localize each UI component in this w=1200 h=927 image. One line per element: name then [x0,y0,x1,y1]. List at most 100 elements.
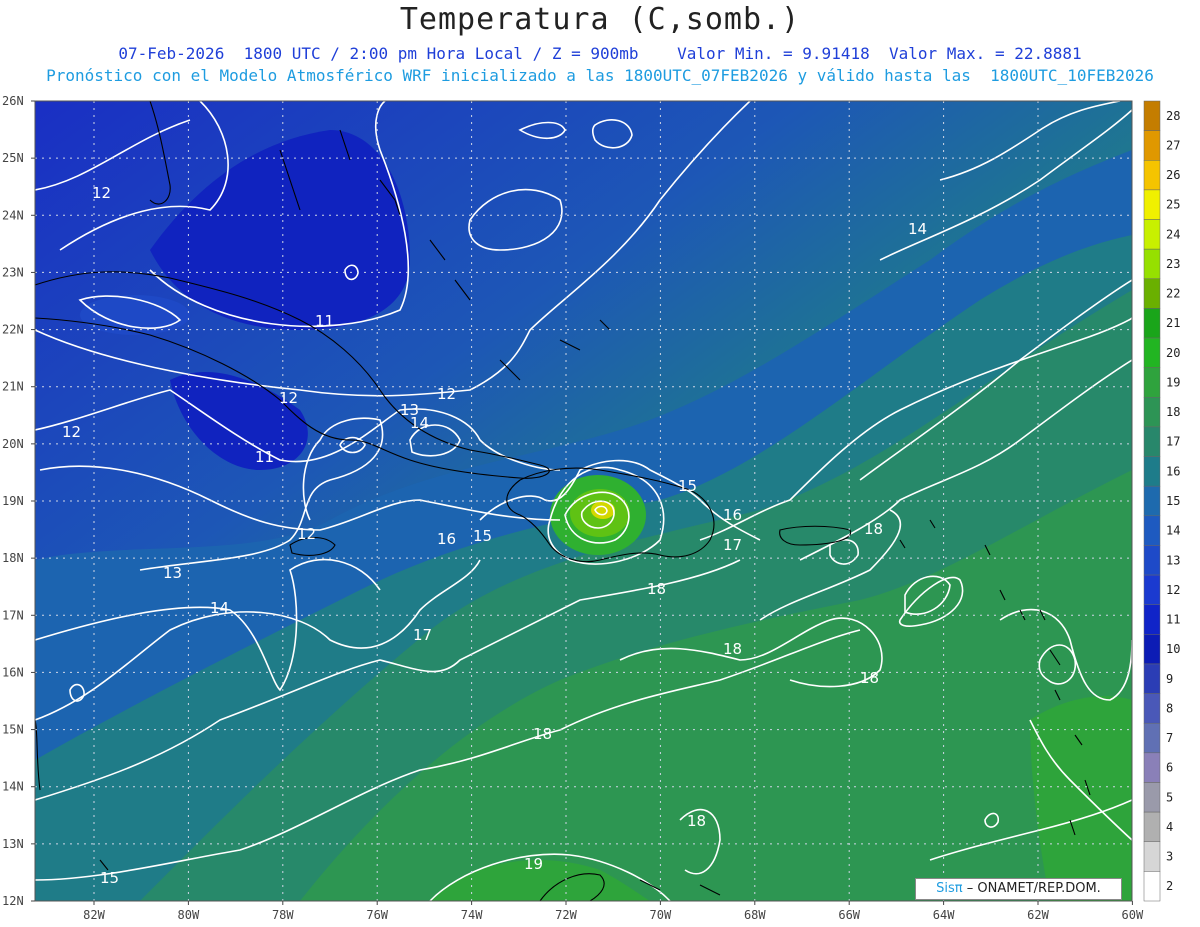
contour-label: 19 [524,855,543,873]
contour-label: 18 [647,580,666,598]
colorbar-label: 20 [1166,346,1180,360]
colorbar-label: 27 [1166,138,1180,152]
colorbar-swatch [1143,515,1161,546]
colorbar-label: 28 [1166,109,1180,123]
lon-tick-label: 74W [461,908,483,922]
colorbar-swatch [1143,100,1161,131]
lon-tick-label: 82W [83,908,105,922]
contour-label: 17 [413,626,432,644]
colorbar-label: 4 [1166,820,1173,834]
contour-label: 18 [723,640,742,658]
contour-label: 12 [92,184,111,202]
lon-tick-label: 62W [1027,908,1049,922]
colorbar-label: 6 [1166,761,1173,775]
colorbar-swatch [1143,278,1161,309]
lon-tick-label: 60W [1122,908,1144,922]
contour-label: 16 [437,530,456,548]
contour-label: 18 [864,520,883,538]
contour-label: 13 [163,564,182,582]
longitude-axis: 82W 80W 78W 76W 74W 72W 70W 68W 66W 64W 62W 60W [83,901,1144,922]
temp-zone-19-east [1030,696,1132,901]
lat-tick-label: 26N [2,94,24,108]
colorbar-label: 22 [1166,287,1180,301]
colorbar-label: 14 [1166,524,1180,538]
lat-tick-label: 23N [2,265,24,279]
colorbar-label: 3 [1166,850,1173,864]
colorbar-swatch [1143,189,1161,220]
colorbar-label: 13 [1166,553,1180,567]
colorbar-label: 23 [1166,257,1180,271]
colorbar-label: 18 [1166,405,1180,419]
colorbar-swatch [1143,485,1161,517]
lat-tick-label: 14N [2,780,24,794]
latitude-axis: 26N 25N 24N 23N 22N 21N 20N 19N 18N 17N 16N 15N 14N 1… [2,94,35,908]
colorbar-swatch [1143,693,1161,724]
lon-tick-label: 78W [272,908,294,922]
colorbar-swatch [1143,663,1161,694]
lon-tick-label: 76W [366,908,388,922]
colorbar-label: 2 [1166,879,1173,893]
contour-label: 14 [908,220,927,238]
colorbar-swatch [1143,160,1161,191]
contour-label: 12 [437,385,456,403]
colorbar-label: 16 [1166,464,1180,478]
colorbar-label: 25 [1166,198,1180,212]
contour-label: 15 [473,527,492,545]
lat-tick-label: 12N [2,894,24,908]
colorbar-label: 8 [1166,701,1173,715]
colorbar-swatch [1143,219,1161,250]
colorbar-swatch [1143,841,1161,872]
temperature-map: 12 11 12 12 11 13 14 12 13 14 16 15 15 1… [2,94,1180,922]
colorbar-swatch [1143,545,1161,576]
colorbar-swatch [1143,337,1161,368]
credit-brand: Sisπ [936,881,963,896]
colorbar-swatch [1143,574,1161,605]
colorbar-label: 7 [1166,731,1173,745]
credit-text: – ONAMET/REP.DOM. [966,881,1101,896]
contour-label: 12 [297,525,316,543]
lat-tick-label: 22N [2,323,24,337]
colorbar-swatch [1143,604,1161,635]
lat-tick-label: 13N [2,837,24,851]
colorbar-label: 5 [1166,790,1173,804]
contour-label: 16 [723,506,742,524]
contour-label: 11 [255,448,274,466]
colorbar-swatch [1143,248,1161,280]
colorbar-label: 26 [1166,168,1180,182]
contour-label: 15 [678,477,697,495]
lon-tick-label: 68W [744,908,766,922]
lat-tick-label: 24N [2,208,24,222]
lat-tick-label: 25N [2,151,24,165]
colorbar-swatch [1143,308,1161,339]
colorbar-label: 21 [1166,316,1180,330]
colorbar-label: 17 [1166,435,1180,449]
lat-tick-label: 15N [2,723,24,737]
colorbar-swatch [1143,752,1161,783]
contour-label: 12 [279,389,298,407]
colorbar-label: 19 [1166,375,1180,389]
map-plot-area [35,101,1132,901]
contour-label: 14 [210,599,229,617]
colorbar-label: 11 [1166,613,1180,627]
lat-tick-label: 21N [2,380,24,394]
contour-label: 18 [533,725,552,743]
credit-box: Sisπ – ONAMET/REP.DOM. [915,878,1122,900]
colorbar-swatch [1143,456,1161,487]
colorbar-label: 9 [1166,672,1173,686]
contour-label: 18 [687,812,706,830]
lon-tick-label: 66W [838,908,860,922]
colorbar-swatch [1143,811,1161,842]
colorbar-swatch [1143,367,1161,398]
contour-label: 18 [860,669,879,687]
lon-tick-label: 72W [555,908,577,922]
colorbar-swatch [1143,871,1161,902]
colorbar: 2827262524232221201918171615141312111098… [1143,100,1180,902]
lon-tick-label: 70W [650,908,672,922]
contour-label: 11 [315,312,334,330]
contour-label: 17 [723,536,742,554]
contour-label: 15 [100,869,119,887]
colorbar-swatch [1143,130,1161,161]
lat-tick-label: 16N [2,665,24,679]
colorbar-label: 15 [1166,494,1180,508]
lon-tick-label: 80W [178,908,200,922]
